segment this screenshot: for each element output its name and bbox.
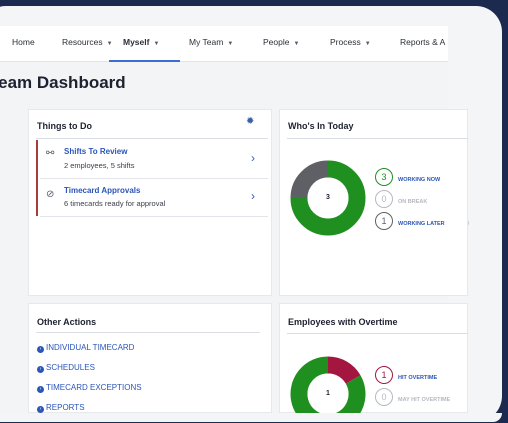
nav-label: Home: [12, 37, 35, 47]
legend-count: 3: [375, 168, 393, 186]
card-title: Things to Do: [37, 121, 92, 131]
legend-count: 1: [375, 366, 393, 384]
link-label: INDIVIDUAL TIMECARD: [46, 343, 135, 352]
nav-label: Process: [330, 37, 361, 47]
todo-item-subtitle: 2 employees, 5 shifts: [64, 161, 135, 170]
legend-count: 0: [375, 190, 393, 208]
card-divider: [287, 333, 468, 334]
nav-label: Reports & A: [400, 37, 446, 47]
arrow-circle-icon: ›: [37, 346, 44, 353]
card-divider: [36, 332, 260, 333]
legend-count: 1: [375, 212, 393, 230]
arrow-circle-icon: ›: [37, 366, 44, 373]
caret-down-icon: ▼: [293, 41, 300, 47]
reports-link[interactable]: › REPORTS: [37, 403, 85, 413]
nav-item-reports[interactable]: Reports & A: [400, 37, 445, 47]
todo-item-title[interactable]: Timecard Approvals: [64, 186, 140, 195]
nav-item-home[interactable]: Home: [12, 37, 35, 47]
nav-label: Resources: [62, 37, 103, 47]
todo-item-title[interactable]: Shifts To Review: [64, 147, 127, 156]
chevron-right-icon[interactable]: ›: [251, 151, 255, 165]
gear-icon[interactable]: ✹: [246, 116, 254, 127]
individual-timecard-link[interactable]: › INDIVIDUAL TIMECARD: [37, 343, 134, 353]
todo-accent-bar: [36, 140, 38, 216]
nav-item-myself[interactable]: Myself ▼: [123, 37, 159, 47]
caret-down-icon: ▼: [227, 41, 234, 47]
caret-down-icon: ▼: [364, 41, 371, 47]
shifts-icon: ⚯: [46, 148, 55, 159]
caret-down-icon: ▼: [153, 41, 160, 47]
legend-label: HIT OVERTIME: [398, 375, 438, 381]
arrow-circle-icon: ›: [37, 406, 44, 413]
arrow-circle-icon: ›: [37, 386, 44, 393]
card-title: Employees with Overtime: [288, 317, 398, 327]
todo-item-subtitle: 6 timecards ready for approval: [64, 199, 166, 208]
card-title: Other Actions: [37, 317, 97, 327]
timecard-exceptions-link[interactable]: › TIMECARD EXCEPTIONS: [37, 383, 142, 393]
nav-label: My Team: [189, 37, 224, 47]
nav-item-process[interactable]: Process ▼: [330, 37, 371, 47]
nav-item-my-team[interactable]: My Team ▼: [189, 37, 233, 47]
legend-count: 0: [375, 388, 393, 406]
todo-divider: [40, 178, 268, 179]
nav-label: People: [263, 37, 290, 47]
nav-item-resources[interactable]: Resources ▼: [62, 37, 113, 47]
schedules-link[interactable]: › SCHEDULES: [37, 363, 95, 373]
legend-label: ON BREAK: [398, 199, 428, 205]
legend-label: WORKING LATER: [398, 221, 445, 227]
link-label: SCHEDULES: [46, 363, 95, 372]
page-title: Team Dashboard: [0, 73, 126, 92]
card-divider: [287, 138, 468, 139]
card-title: Who's In Today: [288, 121, 354, 131]
todo-divider: [40, 216, 268, 217]
caret-down-icon: ▼: [106, 41, 113, 47]
legend-label: MAY HIT OVERTIME: [398, 397, 451, 403]
card-divider: [36, 138, 268, 139]
active-nav-indicator: [109, 60, 180, 62]
chevron-right-icon[interactable]: ›: [251, 189, 255, 203]
nav-item-people[interactable]: People ▼: [263, 37, 299, 47]
link-label: TIMECARD EXCEPTIONS: [46, 383, 142, 392]
check-circle-icon: ⊘: [46, 189, 55, 200]
donut-center-value: 3: [326, 194, 330, 201]
nav-label: Myself: [123, 37, 150, 47]
donut-center-value: 1: [326, 390, 330, 397]
legend-label: WORKING NOW: [398, 177, 441, 183]
top-nav: Home Resources ▼ Myself ▼ My Team ▼ People ▼…: [0, 26, 448, 62]
link-label: REPORTS: [46, 403, 85, 412]
tablet-bezel-bottom: [0, 413, 502, 422]
